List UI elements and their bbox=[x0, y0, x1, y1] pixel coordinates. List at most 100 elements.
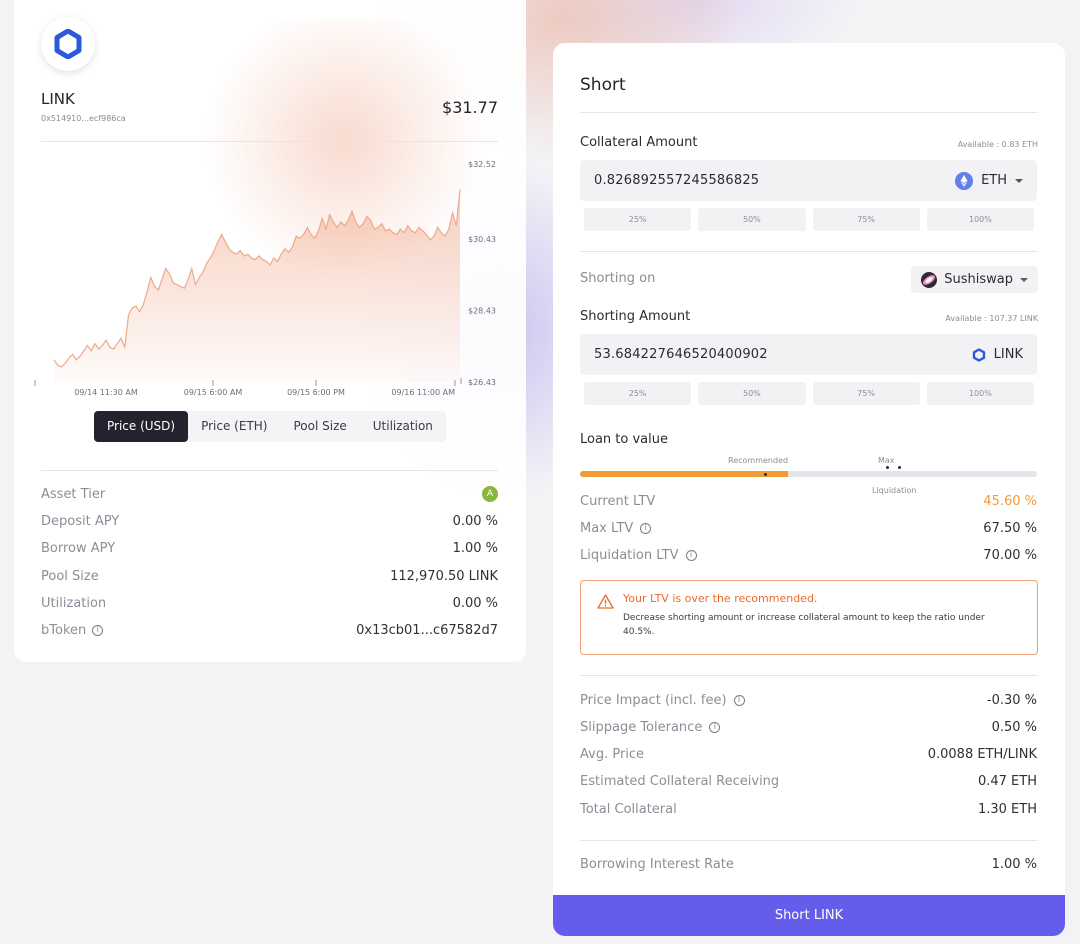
collateral-asset-label: ETH bbox=[981, 173, 1007, 188]
interest-rate-value: 1.00 % bbox=[991, 856, 1037, 872]
total-collateral-label: Total Collateral bbox=[580, 801, 677, 817]
tab-price-usd[interactable]: Price (USD) bbox=[94, 411, 189, 442]
avg-price-label: Avg. Price bbox=[580, 746, 645, 762]
liquidation-ltv-value: 70.00 % bbox=[983, 547, 1037, 563]
chevron-down-icon bbox=[1020, 277, 1028, 282]
est-collateral-value: 0.47 ETH bbox=[977, 773, 1037, 789]
current-ltv-value: 45.60 % bbox=[983, 493, 1037, 509]
avg-price-value: 0.0088 ETH/LINK bbox=[927, 746, 1037, 762]
dex-label: Sushiswap bbox=[944, 272, 1013, 287]
shorting-available: Available : 107.37 LINK bbox=[945, 314, 1038, 323]
liquidation-ltv-row: Liquidation LTV i 70.00 % bbox=[580, 545, 1037, 565]
warning-title: Your LTV is over the recommended. bbox=[623, 592, 818, 605]
token-name: LINK bbox=[41, 90, 75, 108]
stat-pool-size: Pool Size 112,970.50 LINK bbox=[41, 566, 498, 586]
info-icon[interactable]: i bbox=[92, 624, 104, 636]
btoken-address-link[interactable]: 0x13cb01...c67582d7 bbox=[356, 623, 498, 638]
shorting-amount-field[interactable]: 53.684227646520400902 LINK bbox=[580, 334, 1037, 375]
slippage-value: 0.50 % bbox=[991, 719, 1037, 735]
recommended-marker bbox=[764, 472, 767, 476]
ltv-warning: Your LTV is over the recommended. Decrea… bbox=[580, 580, 1038, 655]
tab-utilization[interactable]: Utilization bbox=[360, 411, 446, 442]
current-ltv-label: Current LTV bbox=[580, 493, 656, 509]
slippage-row: Slippage Tolerance i 0.50 % bbox=[580, 717, 1037, 737]
stat-deposit-apy: Deposit APY 0.00 % bbox=[41, 511, 498, 531]
chevron-down-icon bbox=[1015, 178, 1023, 183]
collateral-amount-field[interactable]: 0.826892557245586825 ETH bbox=[580, 160, 1037, 201]
stat-value: 0.00 % bbox=[452, 595, 498, 611]
stat-value: 1.00 % bbox=[452, 540, 498, 556]
interest-rate-row: Borrowing Interest Rate 1.00 % bbox=[580, 854, 1037, 874]
warning-description: Decrease shorting amount or increase col… bbox=[623, 613, 985, 637]
stat-utilization: Utilization 0.00 % bbox=[41, 593, 498, 613]
stat-label: Utilization bbox=[41, 595, 107, 611]
shorting-100-button[interactable]: 100% bbox=[926, 382, 1034, 405]
collateral-50-button[interactable]: 50% bbox=[698, 208, 806, 231]
chart-area bbox=[54, 189, 460, 382]
y-tick-label: $30.43 bbox=[468, 235, 496, 244]
stat-label: Deposit APY bbox=[41, 513, 120, 529]
shorting-amount-input[interactable]: 53.684227646520400902 bbox=[594, 347, 768, 362]
form-title: Short bbox=[580, 75, 626, 95]
max-marker bbox=[886, 466, 889, 469]
stat-asset-tier: Asset Tier A bbox=[41, 484, 498, 504]
collateral-100-button[interactable]: 100% bbox=[926, 208, 1034, 231]
y-tick-label: $28.43 bbox=[468, 306, 496, 315]
chainlink-icon bbox=[972, 347, 985, 362]
shorting-75-button[interactable]: 75% bbox=[812, 382, 920, 405]
stat-borrow-apy: Borrow APY 1.00 % bbox=[41, 538, 498, 558]
max-ltv-value: 67.50 % bbox=[983, 520, 1037, 536]
shorting-50-button[interactable]: 50% bbox=[698, 382, 806, 405]
price-impact-row: Price Impact (incl. fee) i -0.30 % bbox=[580, 690, 1037, 710]
collateral-75-button[interactable]: 75% bbox=[812, 208, 920, 231]
shorting-asset: LINK bbox=[972, 347, 1023, 362]
collateral-asset-select[interactable]: ETH bbox=[955, 171, 1023, 190]
chainlink-logo-icon bbox=[41, 17, 95, 71]
tab-pool-size[interactable]: Pool Size bbox=[280, 411, 359, 442]
collateral-percent-buttons: 25% 50% 75% 100% bbox=[584, 208, 1034, 231]
max-ltv-label: Max LTV bbox=[580, 520, 634, 536]
chart-tabs: Price (USD) Price (ETH) Pool Size Utiliz… bbox=[94, 411, 446, 442]
current-ltv-row: Current LTV 45.60 % bbox=[580, 491, 1037, 511]
max-ltv-row: Max LTV i 67.50 % bbox=[580, 518, 1037, 538]
x-tick-label: 09/16 11:00 AM bbox=[391, 388, 455, 397]
dex-select[interactable]: Sushiswap bbox=[911, 266, 1038, 293]
token-price: $31.77 bbox=[442, 98, 498, 117]
ltv-bar bbox=[580, 466, 1037, 477]
y-tick-label: $26.43 bbox=[468, 378, 496, 387]
liquidation-marker bbox=[898, 466, 901, 469]
price-impact-label: Price Impact (incl. fee) bbox=[580, 692, 727, 708]
info-icon[interactable]: i bbox=[640, 522, 652, 534]
ltv-label: Loan to value bbox=[580, 432, 668, 447]
stat-label: bToken bbox=[41, 622, 87, 638]
info-icon[interactable]: i bbox=[685, 549, 697, 561]
total-collateral-row: Total Collateral 1.30 ETH bbox=[580, 799, 1037, 819]
asset-tier-badge: A bbox=[482, 486, 498, 502]
shorting-25-button[interactable]: 25% bbox=[584, 382, 692, 405]
stat-value: 112,970.50 LINK bbox=[390, 568, 498, 584]
collateral-25-button[interactable]: 25% bbox=[584, 208, 692, 231]
avg-price-row: Avg. Price 0.0088 ETH/LINK bbox=[580, 744, 1037, 764]
max-marker-label: Max bbox=[878, 456, 895, 465]
info-icon[interactable]: i bbox=[709, 721, 721, 733]
recommended-marker-label: Recommended bbox=[728, 456, 789, 465]
tab-price-eth[interactable]: Price (ETH) bbox=[188, 411, 280, 442]
eth-icon bbox=[955, 171, 974, 190]
stat-label: Asset Tier bbox=[41, 486, 106, 502]
shorting-percent-buttons: 25% 50% 75% 100% bbox=[584, 382, 1034, 405]
price-impact-value: -0.30 % bbox=[986, 692, 1037, 708]
slippage-label: Slippage Tolerance bbox=[580, 719, 703, 735]
info-icon[interactable]: i bbox=[733, 694, 745, 706]
ltv-bar-fill bbox=[580, 471, 789, 477]
collateral-available: Available : 0.83 ETH bbox=[957, 140, 1038, 149]
total-collateral-value: 1.30 ETH bbox=[977, 801, 1037, 817]
x-tick-label: 09/15 6:00 PM bbox=[287, 388, 345, 397]
short-submit-button[interactable]: Short LINK bbox=[553, 895, 1065, 936]
est-collateral-label: Estimated Collateral Receiving bbox=[580, 773, 780, 789]
shorting-on-label: Shorting on bbox=[580, 271, 656, 286]
collateral-amount-input[interactable]: 0.826892557245586825 bbox=[594, 173, 759, 188]
liquidation-ltv-label: Liquidation LTV bbox=[580, 547, 679, 563]
stat-value: 0.00 % bbox=[452, 513, 498, 529]
price-chart: $32.52 $30.43 $28.43 $26.43 09/14 11:30 AM 0… bbox=[34, 160, 496, 397]
asset-info-card: LINK 0x514910...ecf986ca $31.77 $32.52 $3… bbox=[14, 0, 526, 662]
